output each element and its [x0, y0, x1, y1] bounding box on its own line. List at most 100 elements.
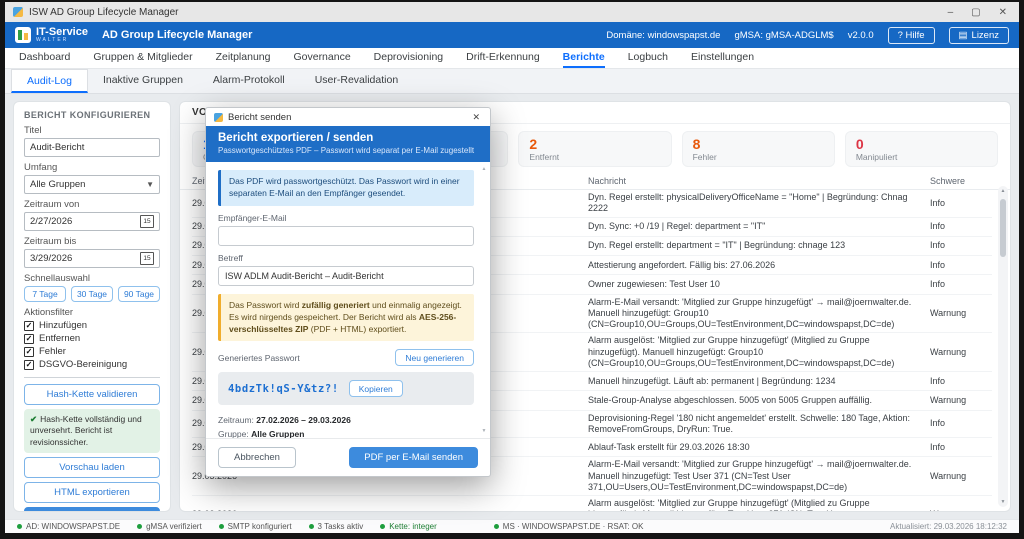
- report-meta: Zeitraum: 27.02.2026 – 29.03.2026 Gruppe…: [218, 414, 474, 438]
- quick-select-buttons: 7 Tage 30 Tage 90 Tage: [24, 286, 160, 302]
- nav-item[interactable]: Einstellungen: [691, 48, 754, 68]
- warning-text-part: zufällig generiert: [302, 300, 370, 310]
- scope-select-value: Alle Gruppen: [30, 179, 142, 190]
- dialog-title: Bericht senden: [228, 112, 291, 123]
- checkbox-label: Entfernen: [39, 333, 80, 344]
- gruppe-label: Gruppe:: [218, 429, 249, 438]
- divider: [24, 377, 160, 378]
- nav-item[interactable]: Drift-Erkennung: [466, 48, 540, 68]
- send-pdf-email-button[interactable]: PDF per E-Mail senden: [349, 447, 478, 468]
- message-cell: Alarm ausgelöst: 'Mitglied zur Gruppe hi…: [588, 335, 924, 369]
- license-icon: ▤: [959, 30, 968, 41]
- nav-item[interactable]: Deprovisioning: [374, 48, 443, 68]
- date-from-value: 2/27/2026: [30, 216, 140, 227]
- os-titlebar: ISW AD Group Lifecycle Manager – ▢ ✕: [5, 2, 1019, 22]
- message-cell: Deprovisioning-Regel '180 nicht angemeld…: [588, 413, 924, 436]
- status-item: MS · WINDOWSPAPST.DE · RSAT: OK: [494, 522, 644, 531]
- message-cell: Dyn. Regel erstellt: department = "IT" |…: [588, 240, 924, 251]
- date-to-input[interactable]: 3/29/2026: [24, 249, 160, 268]
- regenerate-password-button[interactable]: Neu generieren: [395, 349, 474, 366]
- quick-range-button[interactable]: 30 Tage: [71, 286, 113, 302]
- sub-tab[interactable]: Audit-Log: [11, 69, 88, 93]
- maximize-icon[interactable]: ▢: [971, 7, 980, 18]
- dialog-icon: [214, 113, 223, 122]
- nav-item[interactable]: Berichte: [563, 48, 605, 68]
- cancel-button[interactable]: Abbrechen: [218, 447, 296, 468]
- scroll-up-icon[interactable]: ▲: [482, 166, 487, 172]
- dialog-footer: Abbrechen PDF per E-Mail senden: [206, 438, 490, 476]
- gmsa-info: gMSA: gMSA-ADGLM$: [734, 30, 833, 41]
- subject-input[interactable]: ISW ADLM Audit-Bericht – Audit-Bericht: [218, 266, 474, 286]
- status-item-label: Kette: integer: [389, 522, 437, 531]
- date-from-input[interactable]: 2/27/2026: [24, 212, 160, 231]
- message-cell: Manuell hinzugefügt. Läuft ab: permanent…: [588, 376, 924, 387]
- app-icon: [13, 7, 23, 17]
- check-icon: ✔: [30, 414, 37, 424]
- scrollbar-thumb[interactable]: [1000, 199, 1006, 257]
- scroll-down-icon[interactable]: ▼: [482, 428, 487, 434]
- action-filter-checkbox[interactable]: Hinzufügen: [24, 320, 160, 331]
- last-updated: Aktualisiert: 29.03.2026 18:12:32: [890, 522, 1007, 531]
- nav-item[interactable]: Gruppen & Mitglieder: [93, 48, 192, 68]
- sub-tab[interactable]: User-Revalidation: [300, 69, 413, 93]
- dialog-header-title: Bericht exportieren / senden: [218, 132, 478, 144]
- table-scrollbar[interactable]: ▲ ▼: [998, 186, 1008, 507]
- scroll-down-icon[interactable]: ▼: [1001, 499, 1006, 505]
- export-html-button[interactable]: HTML exportieren: [24, 482, 160, 503]
- license-button[interactable]: ▤ Lizenz: [949, 27, 1009, 44]
- minimize-icon[interactable]: –: [948, 7, 954, 18]
- date-to-label: Zeitraum bis: [24, 236, 160, 247]
- table-header-cell: Nachricht: [588, 176, 924, 186]
- validate-hash-chain-button[interactable]: Hash-Kette validieren: [24, 384, 160, 405]
- generated-password-value: 4bdzTk!qS-Y&tz?!: [228, 383, 339, 395]
- load-preview-button[interactable]: Vorschau laden: [24, 457, 160, 478]
- sub-tab[interactable]: Alarm-Protokoll: [198, 69, 300, 93]
- status-item: AD: WINDOWSPAPST.DE: [17, 522, 120, 531]
- calendar-icon[interactable]: [140, 252, 154, 265]
- recipient-email-input[interactable]: [218, 226, 474, 246]
- zeitraum-label: Zeitraum:: [218, 415, 254, 425]
- help-button[interactable]: ? Hilfe: [888, 27, 935, 44]
- close-icon[interactable]: ✕: [470, 112, 482, 123]
- message-cell: Dyn. Sync: +0 /19 | Regel: department = …: [588, 221, 924, 232]
- quick-range-button[interactable]: 7 Tage: [24, 286, 66, 302]
- scope-select[interactable]: Alle Gruppen▼: [24, 175, 160, 194]
- message-cell: Alarm-E-Mail versandt: 'Mitglied zur Gru…: [588, 459, 924, 493]
- sub-tab[interactable]: Inaktive Gruppen: [88, 69, 198, 93]
- license-button-label: Lizenz: [972, 30, 999, 41]
- subject-value: ISW ADLM Audit-Bericht – Audit-Bericht: [225, 271, 384, 281]
- action-filter-checkbox[interactable]: DSGVO-Bereinigung: [24, 359, 160, 370]
- export-pdf-button[interactable]: PDF exportieren: [24, 507, 160, 512]
- app-window: ISW AD Group Lifecycle Manager – ▢ ✕ IT-…: [5, 2, 1019, 533]
- nav-item[interactable]: Zeitplanung: [216, 48, 271, 68]
- copy-password-button[interactable]: Kopieren: [349, 380, 403, 397]
- status-item: Kette: integer: [380, 522, 437, 531]
- message-cell: Alarm ausgelöst: 'Mitglied zur Gruppe hi…: [588, 498, 924, 511]
- scroll-up-icon[interactable]: ▲: [1001, 188, 1006, 194]
- action-filter-checkbox[interactable]: Entfernen: [24, 333, 160, 344]
- message-cell: Alarm-E-Mail versandt: 'Mitglied zur Gru…: [588, 297, 924, 331]
- close-icon[interactable]: ✕: [999, 7, 1007, 18]
- severity-cell: Warnung: [930, 395, 992, 406]
- calendar-icon[interactable]: [140, 215, 154, 228]
- timestamp-cell: 29.03.2026: [192, 509, 264, 511]
- checkbox-label: Fehler: [39, 346, 66, 357]
- table-row[interactable]: 29.03.2026 Alarm ausgelöst: 'Mitglied zu…: [192, 496, 992, 511]
- nav-item[interactable]: Logbuch: [628, 48, 668, 68]
- status-dot-icon: [17, 524, 22, 529]
- dialog-header: Bericht exportieren / senden Passwortges…: [206, 126, 490, 162]
- dialog-scrollbar[interactable]: ▲ ▼: [480, 166, 488, 434]
- window-frame: ISW AD Group Lifecycle Manager – ▢ ✕ IT-…: [0, 0, 1024, 539]
- checkbox-label: DSGVO-Bereinigung: [39, 359, 127, 370]
- zeitraum-value: 27.02.2026 – 29.03.2026: [256, 415, 351, 425]
- quick-range-button[interactable]: 90 Tage: [118, 286, 160, 302]
- dialog-header-subtitle: Passwortgeschütztes PDF – Passwort wird …: [218, 146, 478, 155]
- nav-item[interactable]: Governance: [293, 48, 350, 68]
- report-title-input[interactable]: Audit-Bericht: [24, 138, 160, 157]
- nav-item[interactable]: Dashboard: [19, 48, 70, 68]
- severity-cell: Info: [930, 418, 992, 429]
- checkbox-checked-icon: [24, 347, 34, 357]
- action-filter-checkbox[interactable]: Fehler: [24, 346, 160, 357]
- date-from-label: Zeitraum von: [24, 199, 160, 210]
- subject-label: Betreff: [218, 253, 474, 263]
